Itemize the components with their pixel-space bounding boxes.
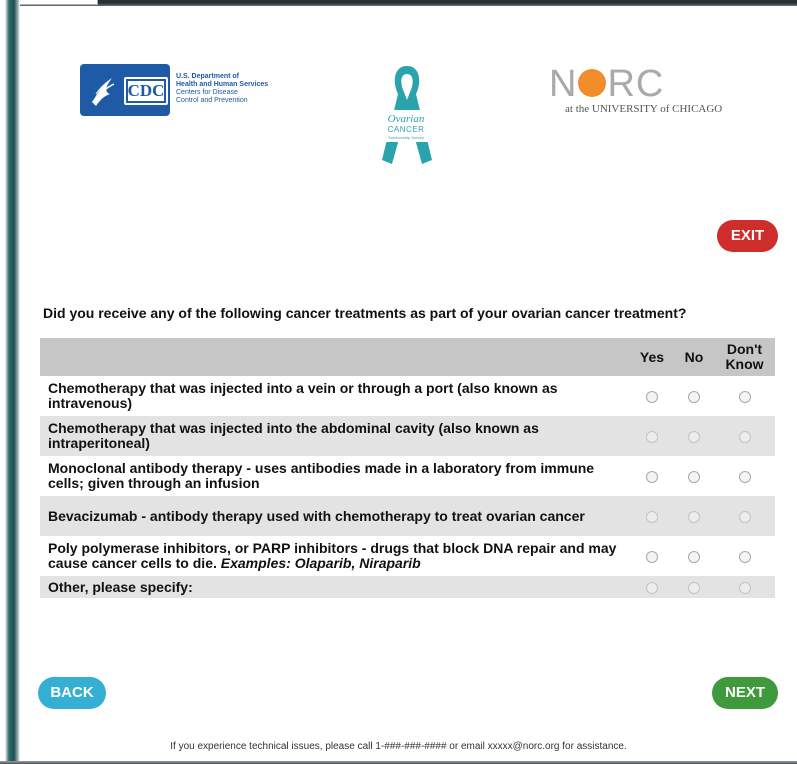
next-button[interactable]: NEXT [712,677,778,709]
norc-wordmark: N RC [549,63,665,105]
table-row: Chemotherapy that was injected into the … [40,416,775,456]
norc-o-icon [578,68,607,97]
row-label: Bevacizumab - antibody therapy used with… [40,496,630,536]
ribbon-caption: Survivorship Survey [388,135,424,140]
column-header-dont-know: Don't Know [714,338,775,376]
ribbon-subtitle: CANCER [387,125,425,134]
hhs-line-1: U.S. Department of [176,73,240,80]
cdc-badge: CDC [124,77,168,105]
radio-dont-know[interactable] [738,391,751,404]
hhs-cdc-logo: CDC [80,64,170,116]
row-label: Chemotherapy that was injected into the … [40,416,630,456]
norc-logo: N RC [549,64,664,104]
table-row: Chemotherapy that was injected into a ve… [40,376,775,416]
row-label: Poly polymerase inhibitors, or PARP inhi… [40,536,630,576]
question-text: Did you receive any of the following can… [43,305,687,321]
radio-no[interactable] [688,551,700,564]
dont-know-label: Don't Know [725,341,764,372]
treatment-grid: Yes No Don't Know Chemotherapy that was … [40,338,775,598]
radio-no[interactable] [688,471,700,484]
column-header-yes: Yes [630,338,674,376]
radio-yes[interactable] [646,431,658,444]
hhs-logo-text: U.S. Department of Health and Human Serv… [176,73,286,105]
radio-yes[interactable] [646,391,658,404]
table-row: Monoclonal antibody therapy - uses antib… [40,456,775,496]
ribbon-title: Ovarian [387,113,425,125]
radio-no[interactable] [688,582,700,595]
radio-no[interactable] [688,431,700,444]
hhs-eagle-icon [92,78,115,106]
row-label: Other, please specify: [40,576,630,598]
grid-header-blank [40,338,630,376]
norc-subtitle: at the UNIVERSITY of CHICAGO [565,103,723,115]
hhs-line-4: Control and Prevention [176,97,248,104]
radio-yes[interactable] [646,511,658,524]
row-label: Chemotherapy that was injected into a ve… [48,380,558,411]
window-left-border [0,0,20,764]
radio-yes[interactable] [646,551,658,564]
footer-help-text: If you experience technical issues, plea… [170,741,627,752]
table-row: Other, please specify: [40,576,775,598]
table-row: Poly polymerase inhibitors, or PARP inhi… [40,536,775,576]
radio-no[interactable] [688,511,700,524]
radio-dont-know[interactable] [738,471,751,484]
back-button[interactable]: BACK [38,677,106,709]
radio-yes[interactable] [646,471,658,484]
radio-dont-know[interactable] [738,431,751,444]
radio-yes[interactable] [646,582,658,595]
radio-dont-know[interactable] [738,511,751,524]
table-row: Bevacizumab - antibody therapy used with… [40,496,775,536]
window-tab[interactable] [18,0,98,5]
radio-no[interactable] [688,391,700,404]
row-examples: Examples: Olaparib, Niraparib [220,555,421,571]
row-label: Monoclonal antibody therapy - uses antib… [48,460,595,491]
hhs-line-3: Centers for Disease [176,89,238,96]
exit-button[interactable]: EXIT [717,220,778,252]
radio-dont-know[interactable] [738,551,751,564]
grid-header-row: Yes No Don't Know [40,338,775,376]
column-header-no: No [674,338,714,376]
radio-dont-know[interactable] [738,582,751,595]
hhs-line-2: Health and Human Services [176,81,269,88]
window-top-border [0,0,797,6]
